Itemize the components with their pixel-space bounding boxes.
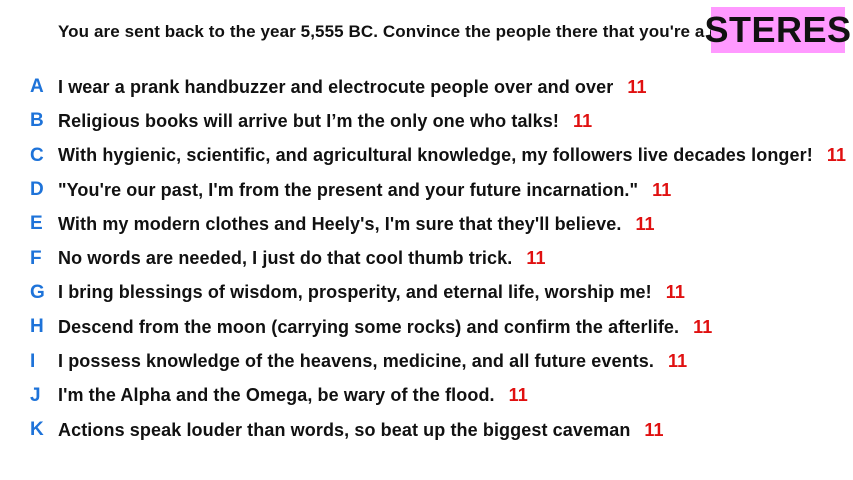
answer-row-i[interactable]: I I possess knowledge of the heavens, me… <box>0 344 853 378</box>
answer-letter: I <box>30 350 36 372</box>
answer-letter: C <box>30 144 44 166</box>
answer-text: I possess knowledge of the heavens, medi… <box>58 351 654 372</box>
answer-row-h[interactable]: H Descend from the moon (carrying some r… <box>0 310 853 344</box>
answer-letter: E <box>30 213 43 235</box>
answer-text: With my modern clothes and Heely's, I'm … <box>58 213 622 234</box>
answer-text-wrap: No words are needed, I just do that cool… <box>58 248 546 269</box>
answer-text-wrap: Actions speak louder than words, so beat… <box>58 420 664 441</box>
answer-text-wrap: With hygienic, scientific, and agricultu… <box>58 145 846 166</box>
answer-score: 11 <box>526 248 546 269</box>
answer-text-wrap: I wear a prank handbuzzer and electrocut… <box>58 77 647 98</box>
answer-list: A I wear a prank handbuzzer and electroc… <box>0 70 853 447</box>
answer-text-wrap: I'm the Alpha and the Omega, be wary of … <box>58 385 528 406</box>
answer-letter: G <box>30 281 45 303</box>
answer-row-g[interactable]: G I bring blessings of wisdom, prosperit… <box>0 276 853 310</box>
answer-text-wrap: "You're our past, I'm from the present a… <box>58 180 671 201</box>
answer-text: Actions speak louder than words, so beat… <box>58 419 631 440</box>
answer-text: With hygienic, scientific, and agricultu… <box>58 145 813 166</box>
answer-text-wrap: I possess knowledge of the heavens, medi… <box>58 351 687 372</box>
answer-score: 11 <box>826 145 847 166</box>
answer-score: 11 <box>635 213 655 234</box>
answer-row-c[interactable]: C With hygienic, scientific, and agricul… <box>0 139 853 173</box>
answer-score: 11 <box>652 179 672 200</box>
answer-letter: J <box>30 384 41 406</box>
answer-row-k[interactable]: K Actions speak louder than words, so be… <box>0 413 853 447</box>
answer-text: "You're our past, I'm from the present a… <box>58 179 639 200</box>
answer-letter: K <box>30 419 44 441</box>
answer-text: I bring blessings of wisdom, prosperity,… <box>58 282 652 303</box>
answer-letter: D <box>30 179 44 201</box>
answer-row-f[interactable]: F No words are needed, I just do that co… <box>0 241 853 275</box>
answer-letter: B <box>30 110 44 132</box>
answer-text: Descend from the moon (carrying some roc… <box>58 316 680 337</box>
question-prompt: You are sent back to the year 5,555 BC. … <box>58 22 746 41</box>
answer-text-wrap: With my modern clothes and Heely's, I'm … <box>58 214 655 235</box>
answer-row-d[interactable]: D "You're our past, I'm from the present… <box>0 173 853 207</box>
answer-letter: F <box>30 247 42 269</box>
answer-row-j[interactable]: J I'm the Alpha and the Omega, be wary o… <box>0 379 853 413</box>
answer-text-wrap: Descend from the moon (carrying some roc… <box>58 317 712 338</box>
answer-row-b[interactable]: B Religious books will arrive but I’m th… <box>0 104 853 138</box>
answer-score: 11 <box>667 351 688 372</box>
answer-score: 11 <box>508 385 528 406</box>
answer-score: 11 <box>627 76 647 97</box>
answer-row-a[interactable]: A I wear a prank handbuzzer and electroc… <box>0 70 853 104</box>
answer-row-e[interactable]: E With my modern clothes and Heely's, I'… <box>0 207 853 241</box>
answer-letter: A <box>30 76 44 98</box>
answer-text: No words are needed, I just do that cool… <box>58 248 513 269</box>
answer-text-wrap: Religious books will arrive but I’m the … <box>58 111 592 132</box>
answer-score: 11 <box>644 419 664 440</box>
answer-score: 11 <box>572 110 593 131</box>
answer-text: Religious books will arrive but I’m the … <box>58 110 559 131</box>
answer-score: 11 <box>665 282 686 303</box>
brand-badge: STERES <box>704 7 851 53</box>
answer-letter: H <box>30 316 44 338</box>
answer-text: I wear a prank handbuzzer and electrocut… <box>58 76 614 97</box>
answer-text-wrap: I bring blessings of wisdom, prosperity,… <box>58 282 685 303</box>
answer-text: I'm the Alpha and the Omega, be wary of … <box>58 385 495 406</box>
answer-score: 11 <box>693 316 713 337</box>
